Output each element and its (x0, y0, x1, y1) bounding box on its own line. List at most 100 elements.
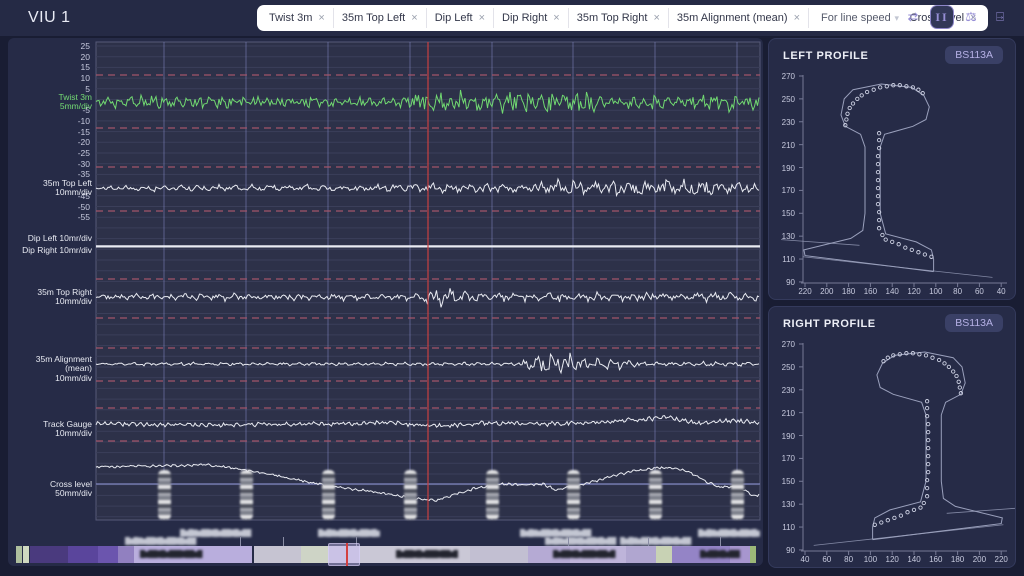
redacted-location-label: █▆█▇▆██▇█▆██▇█▆██ (180, 530, 251, 537)
label-leader-line (648, 537, 649, 546)
profile-y-tick-label: 250 (781, 94, 795, 104)
trace-label: Dip Left 10mr/div (27, 233, 92, 244)
export-icon[interactable]: ⍈ (988, 5, 1012, 29)
profile-x-tick-label: 120 (885, 555, 899, 564)
profile-y-tick-label: 270 (781, 72, 795, 81)
profile-y-tick-label: 210 (781, 140, 795, 150)
redacted-location-label: █▆█▇▆██▇█▆██▇█▆█ (698, 530, 760, 537)
profile-y-tick-label: 150 (781, 477, 795, 487)
route-segment[interactable] (301, 546, 328, 563)
profile-y-tick-label: 270 (781, 340, 795, 349)
profile-y-tick-label: 250 (781, 362, 795, 372)
profile-x-tick-label: 100 (929, 287, 943, 296)
trace-label: Dip Right 10mr/div (22, 245, 92, 256)
line-speed-label: For line speed (821, 12, 891, 24)
profile-x-tick-label: 220 (798, 287, 812, 296)
chip-close-icon[interactable]: × (553, 12, 559, 24)
profile-x-tick-label: 140 (885, 287, 899, 296)
route-segment[interactable] (98, 546, 118, 563)
profile-x-tick-label: 220 (994, 555, 1008, 564)
track-geometry-chart[interactable] (8, 38, 763, 538)
route-segment[interactable] (656, 546, 672, 563)
route-segment[interactable] (30, 546, 68, 563)
redacted-strip-text: █▆██▇█▆███▇██▆█ (396, 551, 458, 558)
rail-profile-view-icon[interactable]: ΙΙ (930, 5, 954, 29)
right-profile-standard-badge[interactable]: BS113A (945, 314, 1003, 332)
right-profile-title: RIGHT PROFILE (783, 318, 876, 330)
trace-label: Twist 3m 5mm/div (58, 91, 92, 112)
y-axis-tick-label: 15 (80, 62, 90, 73)
label-leader-line (240, 537, 241, 546)
profile-y-tick-label: 230 (781, 385, 795, 395)
route-segment[interactable] (470, 546, 528, 563)
chip-close-icon[interactable]: × (653, 12, 659, 24)
profile-x-tick-label: 200 (972, 555, 987, 564)
balance-icon[interactable]: ⚖ (959, 5, 983, 29)
profile-y-tick-label: 190 (781, 431, 795, 441)
profile-x-tick-label: 80 (953, 287, 963, 296)
label-leader-line (283, 537, 284, 546)
trace-label: 35m Top Left 10mm/div (43, 177, 92, 198)
route-segment[interactable] (23, 546, 29, 563)
y-axis-tick-label: -50 (77, 201, 90, 212)
route-segment[interactable] (118, 546, 134, 563)
page-title: VIU 1 (28, 9, 71, 26)
chip-close-icon[interactable]: × (411, 12, 417, 24)
redacted-strip-text: █▆██▇█▆███▇██▆█ (553, 551, 616, 558)
strip-selection-window[interactable] (328, 543, 360, 566)
chip-close-icon[interactable]: × (318, 12, 324, 24)
redacted-location-label: █▆█▇▆██▇█▆██▇█▆██ (620, 538, 691, 545)
profile-y-tick-label: 230 (781, 117, 795, 127)
chip-close-icon[interactable]: × (794, 12, 800, 24)
redacted-location-label: █▆█▇▆██▇█▆██▇█▆██ (520, 530, 591, 537)
label-leader-line (720, 537, 721, 546)
redacted-strip-text: █▆██▇█▆███ (700, 551, 740, 558)
route-segment[interactable] (16, 546, 22, 563)
filter-chip[interactable]: Dip Left × (427, 8, 495, 28)
y-axis-tick-label: -10 (77, 115, 90, 126)
chainage-marker (404, 470, 417, 520)
trace-label: 35m Alignment (mean) 10mm/div (35, 353, 92, 383)
trace-label: 35m Top Right 10mm/div (37, 286, 92, 307)
filter-chip[interactable]: Dip Right × (494, 8, 569, 28)
chainage-marker (649, 470, 662, 520)
toolbar: ⇄ΙΙ⚖⍈⚙ (901, 5, 1024, 29)
profile-y-tick-label: 210 (781, 408, 795, 418)
profile-y-tick-label: 90 (786, 545, 795, 555)
profile-y-tick-label: 130 (781, 232, 795, 242)
profile-x-tick-label: 200 (820, 287, 834, 296)
filter-chip[interactable]: Twist 3m × (261, 8, 334, 28)
profile-y-tick-label: 170 (781, 454, 795, 464)
profile-x-tick-label: 160 (863, 287, 878, 296)
route-segment[interactable] (750, 546, 756, 563)
filter-chip[interactable]: 35m Top Left × (334, 8, 427, 28)
y-axis-tick-label: 25 (80, 41, 90, 51)
chainage-marker (731, 470, 744, 520)
chainage-marker (158, 470, 171, 520)
left-profile-panel: LEFT PROFILE BS113A 270 250 230 210 190 170 15… (768, 38, 1016, 300)
profile-y-tick-label: 90 (786, 277, 795, 287)
profile-x-tick-label: 180 (950, 555, 965, 564)
main-chart-panel: 25 20 15 10 5 -5 -10 -15 -20 -25 -30 -35 -45 -50 -55 Tw… (8, 38, 763, 566)
chip-close-icon[interactable]: × (479, 12, 485, 24)
right-rail-profile-chart (799, 343, 1015, 555)
left-profile-standard-badge[interactable]: BS113A (945, 46, 1003, 64)
profile-x-tick-label: 80 (844, 555, 854, 564)
left-profile-title: LEFT PROFILE (783, 50, 869, 62)
viu-app: VIU 1 Twist 3m × 35m Top Left × Dip Left × Dip… (0, 0, 1024, 576)
trace-label: Track Gauge 10mm/div (43, 418, 92, 439)
profile-y-tick-label: 150 (781, 209, 795, 219)
profile-x-tick-label: 40 (800, 555, 810, 564)
filter-chip[interactable]: 35m Alignment (mean) × (669, 8, 810, 28)
filter-chip[interactable]: 35m Top Right × (569, 8, 669, 28)
profile-x-tick-label: 40 (996, 287, 1006, 296)
right-profile-panel: RIGHT PROFILE BS113A 270 250 230 210 190 170 1… (768, 306, 1016, 568)
profile-x-tick-label: 180 (841, 287, 856, 296)
compare-arrows-icon[interactable]: ⇄ (901, 5, 925, 29)
redacted-location-label: █▆█▇▆██▇█▆██▇█▆██ (125, 538, 196, 545)
route-segment[interactable] (254, 546, 301, 563)
line-speed-select[interactable]: For line speed ▾ (813, 5, 907, 31)
settings-icon[interactable]: ⚙ (1017, 5, 1024, 29)
profile-x-tick-label: 100 (863, 555, 878, 564)
route-segment[interactable] (68, 546, 98, 563)
